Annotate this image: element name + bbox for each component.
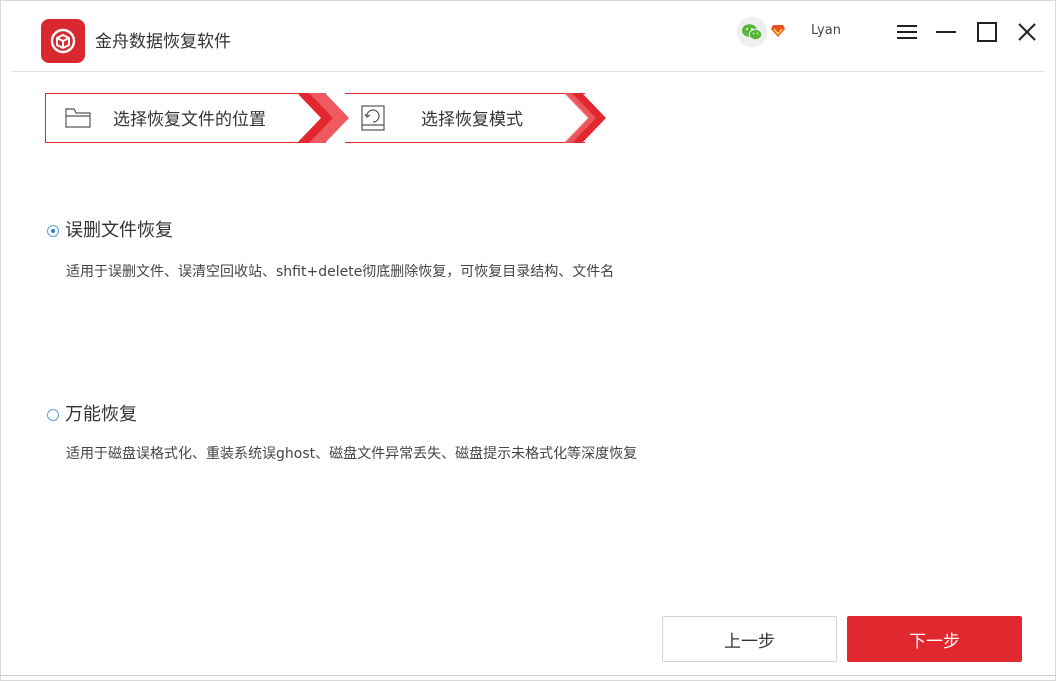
wechat-icon[interactable]: [737, 17, 767, 47]
radio-universal-recovery[interactable]: [47, 409, 59, 421]
step-breadcrumb: 选择恢复文件的位置 选择恢复模式: [45, 93, 615, 143]
radio-deleted-file-recovery[interactable]: [47, 225, 59, 237]
folder-icon: [65, 106, 91, 132]
step-2-label: 选择恢复模式: [421, 110, 523, 130]
bottom-divider: [0, 675, 1056, 676]
option-2-description: 适用于磁盘误格式化、重装系统误ghost、磁盘文件异常丢失、磁盘提示未格式化等深…: [66, 446, 638, 462]
app-window: 金舟数据恢复软件 Lyan 选择恢复文件的位置 选择恢复模式 误删文件恢复 适用…: [0, 0, 1056, 681]
step-chevron-2: [564, 93, 606, 143]
app-logo-icon: [41, 19, 85, 63]
minimize-icon[interactable]: [933, 19, 959, 45]
option-1-title[interactable]: 误删文件恢复: [65, 219, 173, 243]
prev-step-button[interactable]: 上一步: [662, 616, 837, 662]
vip-diamond-icon[interactable]: [770, 23, 786, 37]
maximize-icon[interactable]: [974, 19, 1000, 45]
app-title: 金舟数据恢复软件: [95, 32, 231, 52]
restore-disk-icon: [361, 105, 385, 135]
title-bar: 金舟数据恢复软件 Lyan: [11, 1, 1045, 72]
option-1-description: 适用于误删文件、误清空回收站、shfit+delete彻底删除恢复，可恢复目录结…: [66, 264, 615, 280]
step-1-label: 选择恢复文件的位置: [113, 110, 266, 130]
username[interactable]: Lyan: [811, 23, 841, 38]
option-2-title[interactable]: 万能恢复: [65, 403, 137, 427]
menu-icon[interactable]: [894, 19, 920, 45]
next-step-button[interactable]: 下一步: [847, 616, 1022, 662]
close-icon[interactable]: [1014, 19, 1040, 45]
